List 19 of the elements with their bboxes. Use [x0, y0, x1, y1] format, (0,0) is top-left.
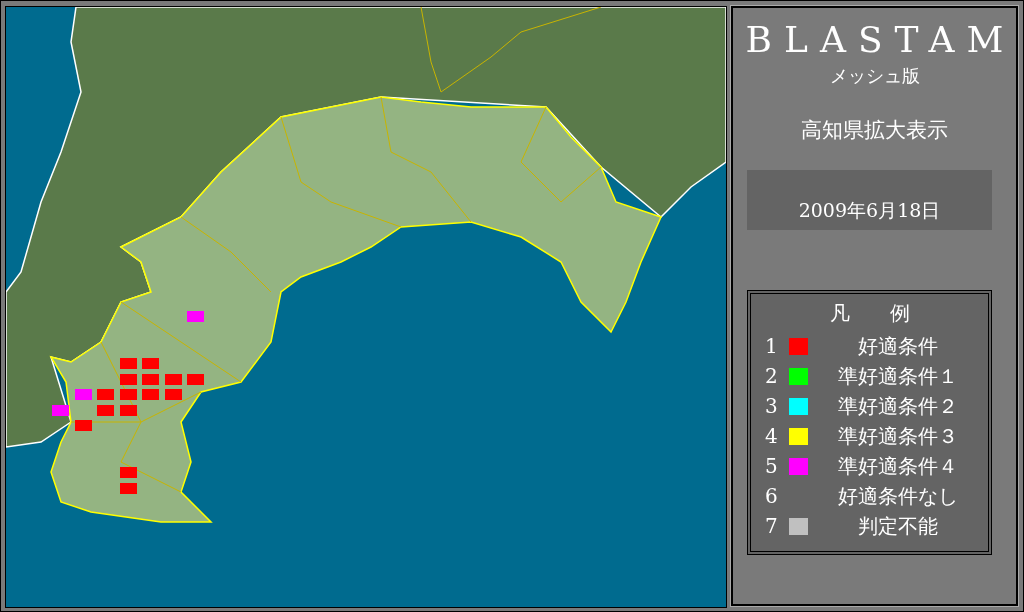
legend-number: 3 [765, 394, 779, 418]
date-text: 2009年6月18日 [798, 198, 941, 223]
legend-label: 判定不能 [857, 512, 939, 540]
legend-number: 4 [765, 424, 779, 448]
legend-label: 好適条件なし [837, 482, 959, 510]
app-title: BLASTAM [744, 20, 1016, 60]
legend-label: 好適条件 [857, 332, 939, 360]
legend-number: 7 [765, 514, 779, 538]
view-label: 高知県拡大表示 [801, 117, 948, 144]
legend-number: 1 [765, 334, 779, 358]
app-subtitle: メッシュ版 [829, 64, 920, 88]
legend-title: 凡 例 [828, 300, 911, 327]
legend-number: 6 [765, 484, 779, 508]
legend-number: 5 [765, 454, 779, 478]
legend-label: 準好適条件４ [837, 452, 959, 480]
legend-number: 2 [765, 364, 779, 388]
legend-label: 準好適条件２ [837, 392, 959, 420]
legend-label: 準好適条件１ [837, 362, 959, 390]
legend-label: 準好適条件３ [837, 422, 959, 450]
